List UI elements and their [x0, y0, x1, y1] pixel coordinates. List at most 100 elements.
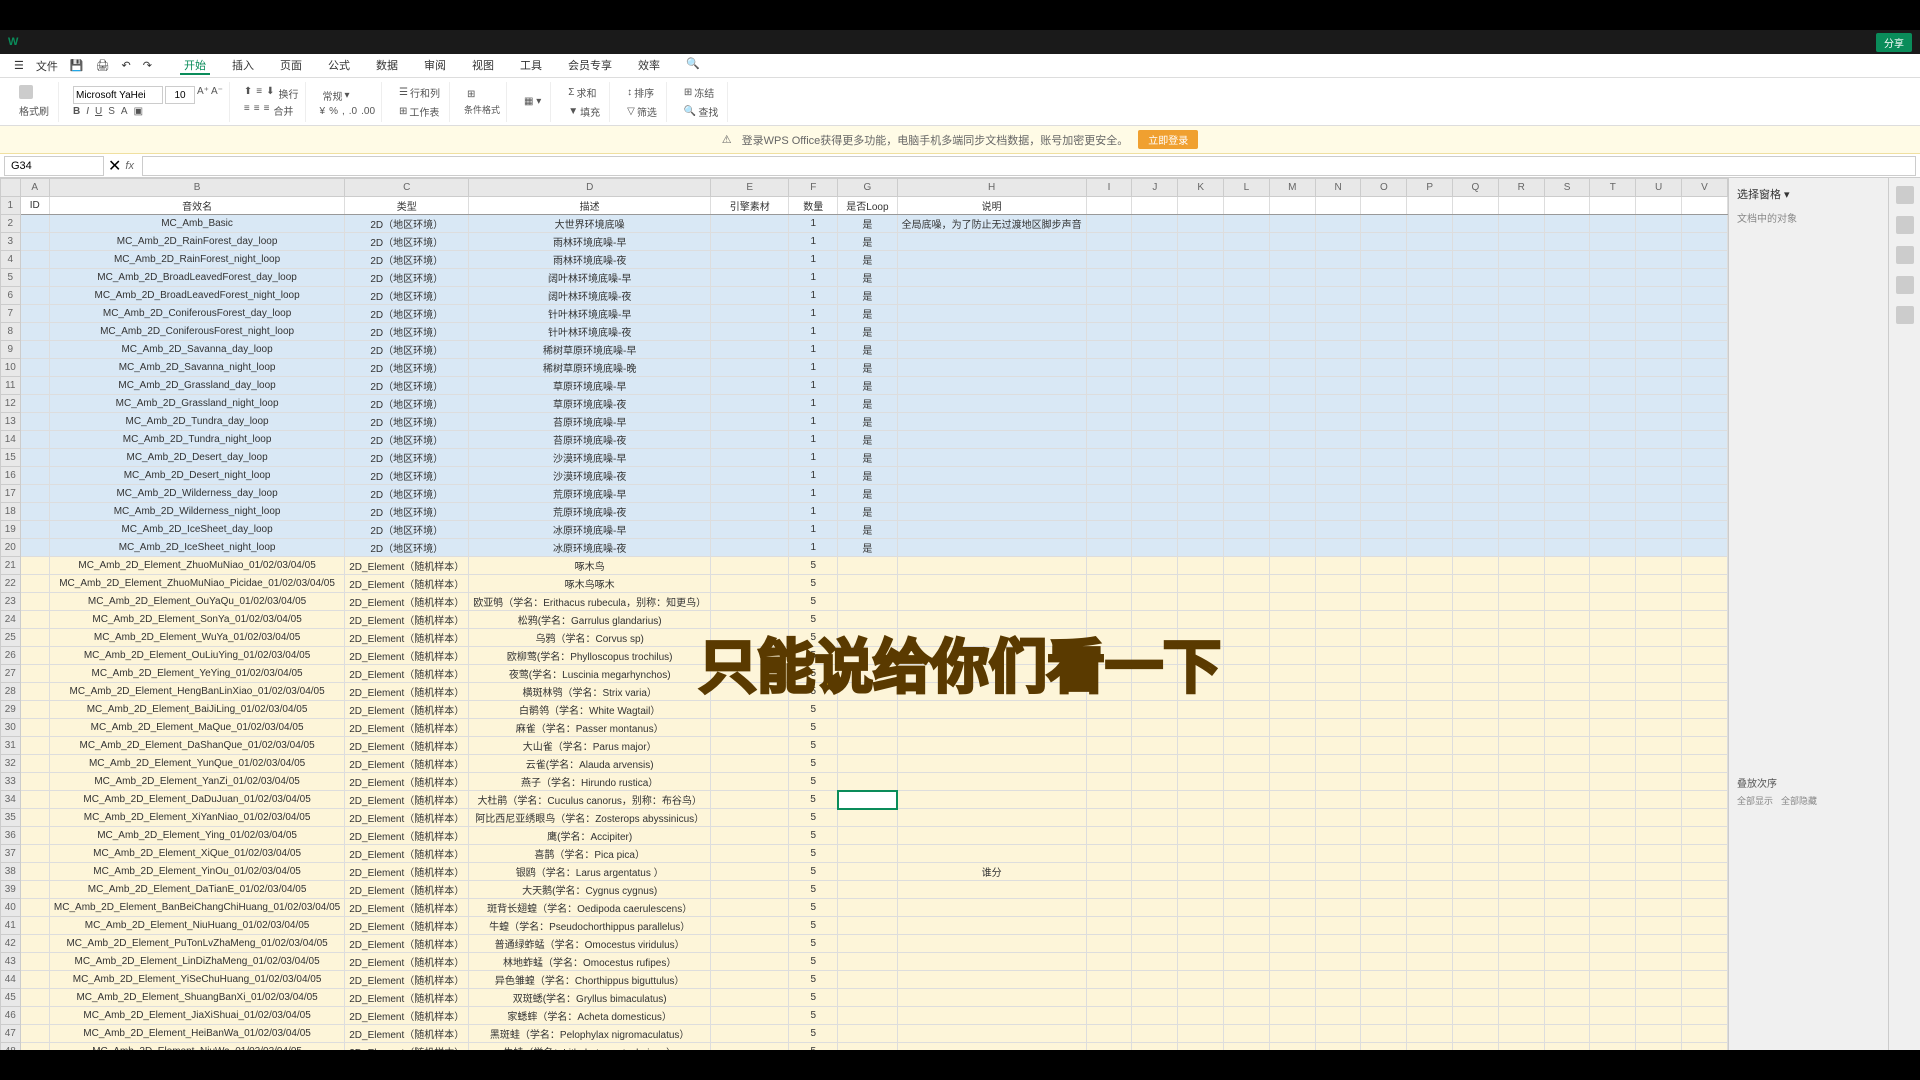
- cell-B12[interactable]: MC_Amb_2D_Grassland_night_loop: [49, 395, 344, 413]
- cell-Q36[interactable]: [1453, 827, 1499, 845]
- cell-S42[interactable]: [1544, 935, 1590, 953]
- cell-B28[interactable]: MC_Amb_2D_Element_HengBanLinXiao_01/02/0…: [49, 683, 344, 701]
- cell-A2[interactable]: [20, 215, 49, 233]
- col-header-A[interactable]: A: [20, 179, 49, 197]
- merge-button[interactable]: 合并: [273, 103, 293, 118]
- cell-E47[interactable]: [711, 1025, 789, 1043]
- cell-K9[interactable]: [1178, 341, 1224, 359]
- cell-F16[interactable]: 1: [789, 467, 838, 485]
- cell-I12[interactable]: [1086, 395, 1132, 413]
- cell-B15[interactable]: MC_Amb_2D_Desert_day_loop: [49, 449, 344, 467]
- cell-P14[interactable]: [1407, 431, 1453, 449]
- cell-O25[interactable]: [1361, 629, 1407, 647]
- cell-I29[interactable]: [1086, 701, 1132, 719]
- cell-O42[interactable]: [1361, 935, 1407, 953]
- cell-L30[interactable]: [1224, 719, 1270, 737]
- row-header[interactable]: 11: [1, 377, 21, 395]
- show-all-button[interactable]: 全部显示: [1737, 794, 1773, 807]
- cell-N37[interactable]: [1315, 845, 1361, 863]
- cell-V8[interactable]: [1682, 323, 1728, 341]
- cell-N4[interactable]: [1315, 251, 1361, 269]
- cell-T18[interactable]: [1590, 503, 1636, 521]
- cell-T20[interactable]: [1590, 539, 1636, 557]
- cell-G30[interactable]: [838, 719, 898, 737]
- cell-G4[interactable]: 是: [838, 251, 898, 269]
- cell-Q19[interactable]: [1453, 521, 1499, 539]
- cell-R48[interactable]: [1498, 1043, 1544, 1051]
- cell-B3[interactable]: MC_Amb_2D_RainForest_day_loop: [49, 233, 344, 251]
- cell-L5[interactable]: [1224, 269, 1270, 287]
- cell-L12[interactable]: [1224, 395, 1270, 413]
- cell-O16[interactable]: [1361, 467, 1407, 485]
- row-header[interactable]: 35: [1, 809, 21, 827]
- cell-G23[interactable]: [838, 593, 898, 611]
- cell-M26[interactable]: [1269, 647, 1315, 665]
- cell-D14[interactable]: 苔原环境底噪-夜: [469, 431, 711, 449]
- cell-M39[interactable]: [1269, 881, 1315, 899]
- cell-B7[interactable]: MC_Amb_2D_ConiferousForest_day_loop: [49, 305, 344, 323]
- cell-D12[interactable]: 草原环境底噪-夜: [469, 395, 711, 413]
- cell-T14[interactable]: [1590, 431, 1636, 449]
- cell-H1[interactable]: 说明: [897, 197, 1086, 215]
- cell-Q24[interactable]: [1453, 611, 1499, 629]
- col-header-J[interactable]: J: [1132, 179, 1178, 197]
- cell-A23[interactable]: [20, 593, 49, 611]
- cell-S16[interactable]: [1544, 467, 1590, 485]
- cell-U35[interactable]: [1636, 809, 1682, 827]
- cell-Q13[interactable]: [1453, 413, 1499, 431]
- cell-M2[interactable]: [1269, 215, 1315, 233]
- cell-H47[interactable]: [897, 1025, 1086, 1043]
- cell-T31[interactable]: [1590, 737, 1636, 755]
- cell-L3[interactable]: [1224, 233, 1270, 251]
- cell-U27[interactable]: [1636, 665, 1682, 683]
- cell-V38[interactable]: [1682, 863, 1728, 881]
- cell-A9[interactable]: [20, 341, 49, 359]
- cell-L16[interactable]: [1224, 467, 1270, 485]
- cell-I26[interactable]: [1086, 647, 1132, 665]
- cell-C44[interactable]: 2D_Element（随机样本）: [345, 971, 469, 989]
- cell-D11[interactable]: 草原环境底噪-早: [469, 377, 711, 395]
- cell-V32[interactable]: [1682, 755, 1728, 773]
- cell-U14[interactable]: [1636, 431, 1682, 449]
- cell-A46[interactable]: [20, 1007, 49, 1025]
- cell-U3[interactable]: [1636, 233, 1682, 251]
- cell-G31[interactable]: [838, 737, 898, 755]
- cell-G21[interactable]: [838, 557, 898, 575]
- cell-V18[interactable]: [1682, 503, 1728, 521]
- cell-V34[interactable]: [1682, 791, 1728, 809]
- cell-R7[interactable]: [1498, 305, 1544, 323]
- cell-C28[interactable]: 2D_Element（随机样本）: [345, 683, 469, 701]
- cell-P23[interactable]: [1407, 593, 1453, 611]
- cell-O32[interactable]: [1361, 755, 1407, 773]
- cell-M40[interactable]: [1269, 899, 1315, 917]
- cell-J19[interactable]: [1132, 521, 1178, 539]
- cell-B6[interactable]: MC_Amb_2D_BroadLeavedForest_night_loop: [49, 287, 344, 305]
- cell-D26[interactable]: 欧柳莺(学名：Phylloscopus trochilus): [469, 647, 711, 665]
- cell-D43[interactable]: 林地蚱蜢（学名：Omocestus rufipes）: [469, 953, 711, 971]
- cell-P6[interactable]: [1407, 287, 1453, 305]
- cell-T11[interactable]: [1590, 377, 1636, 395]
- cell-E7[interactable]: [711, 305, 789, 323]
- cell-E37[interactable]: [711, 845, 789, 863]
- cell-L17[interactable]: [1224, 485, 1270, 503]
- cell-J23[interactable]: [1132, 593, 1178, 611]
- cell-L34[interactable]: [1224, 791, 1270, 809]
- cell-D1[interactable]: 描述: [469, 197, 711, 215]
- cell-M21[interactable]: [1269, 557, 1315, 575]
- col-header-T[interactable]: T: [1590, 179, 1636, 197]
- cell-F25[interactable]: 5: [789, 629, 838, 647]
- cell-B47[interactable]: MC_Amb_2D_Element_HeiBanWa_01/02/03/04/0…: [49, 1025, 344, 1043]
- cell-L20[interactable]: [1224, 539, 1270, 557]
- cell-Q28[interactable]: [1453, 683, 1499, 701]
- cell-I24[interactable]: [1086, 611, 1132, 629]
- cell-H29[interactable]: [897, 701, 1086, 719]
- cell-T13[interactable]: [1590, 413, 1636, 431]
- cell-Q43[interactable]: [1453, 953, 1499, 971]
- cell-F10[interactable]: 1: [789, 359, 838, 377]
- cell-L26[interactable]: [1224, 647, 1270, 665]
- cell-V33[interactable]: [1682, 773, 1728, 791]
- cell-L7[interactable]: [1224, 305, 1270, 323]
- cell-F4[interactable]: 1: [789, 251, 838, 269]
- cell-E30[interactable]: [711, 719, 789, 737]
- cell-G41[interactable]: [838, 917, 898, 935]
